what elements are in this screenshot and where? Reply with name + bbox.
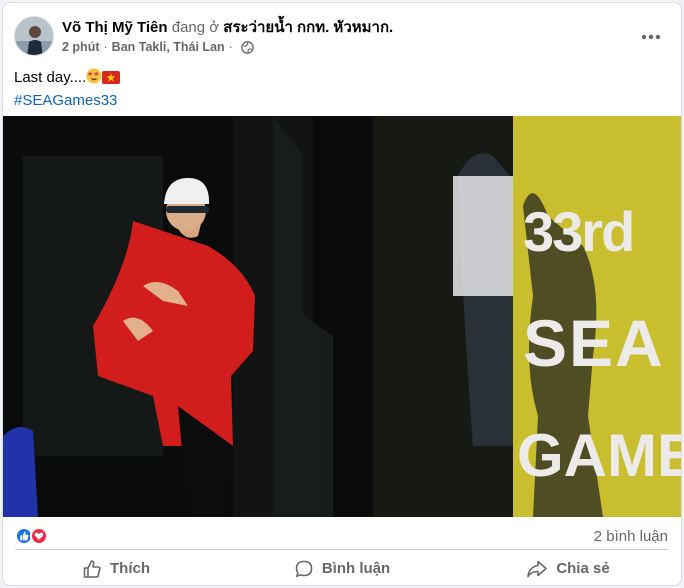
comment-label: Bình luận <box>321 560 391 577</box>
more-icon <box>641 34 661 40</box>
post-caption: Last day.... #SEAGames33 <box>14 67 121 111</box>
separator-dot: · <box>228 40 233 54</box>
banner-line-2: SEA <box>523 306 665 380</box>
comments-count[interactable]: 2 bình luận <box>594 528 668 545</box>
thumbs-up-icon <box>83 559 101 578</box>
vietnam-flag-icon <box>102 69 121 90</box>
banner-line-3: GAMES <box>517 422 682 489</box>
avatar[interactable] <box>14 16 54 56</box>
checkin-text: đang ở <box>171 19 220 36</box>
love-reaction-icon <box>30 527 48 545</box>
globe-icon[interactable] <box>240 40 254 54</box>
share-button[interactable]: Chia sẻ <box>455 550 681 585</box>
share-icon <box>527 560 548 577</box>
caption-text: Last day.... <box>14 69 87 86</box>
author-name[interactable]: Võ Thị Mỹ Tiên <box>62 19 168 36</box>
like-label: Thích <box>110 560 150 577</box>
share-label: Chia sẻ <box>556 560 610 577</box>
hashtag-link[interactable]: #SEAGames33 <box>14 90 120 111</box>
post-photo[interactable]: 33rd SEA GAMES <box>3 116 682 517</box>
star-struck-emoji-icon <box>86 68 102 90</box>
post-title-line: Võ Thị Mỹ Tiên đang ở สระว่ายน้ำ กกท. หั… <box>62 18 393 37</box>
post-time[interactable]: 2 phút <box>62 40 100 54</box>
post-location[interactable]: Ban Takli, Thái Lan <box>112 40 225 54</box>
swimmer-photo: 33rd SEA GAMES <box>3 116 682 517</box>
post-actions: Thích Bình luận Chia sẻ <box>3 550 681 585</box>
banner-line-1: 33rd <box>523 200 633 263</box>
comment-icon <box>295 560 313 577</box>
post-card: Võ Thị Mỹ Tiên đang ở สระว่ายน้ำ กกท. หั… <box>2 2 682 586</box>
post-meta: 2 phút · Ban Takli, Thái Lan · <box>62 40 254 54</box>
reactions-summary[interactable] <box>15 527 48 545</box>
post-header: Võ Thị Mỹ Tiên đang ở สระว่ายน้ำ กกท. หั… <box>3 3 681 65</box>
comment-button[interactable]: Bình luận <box>229 550 455 585</box>
separator-dot: · <box>103 40 108 54</box>
like-button[interactable]: Thích <box>3 550 229 585</box>
more-options-button[interactable] <box>635 21 667 53</box>
place-name[interactable]: สระว่ายน้ำ กกท. หัวหมาก. <box>223 19 393 36</box>
